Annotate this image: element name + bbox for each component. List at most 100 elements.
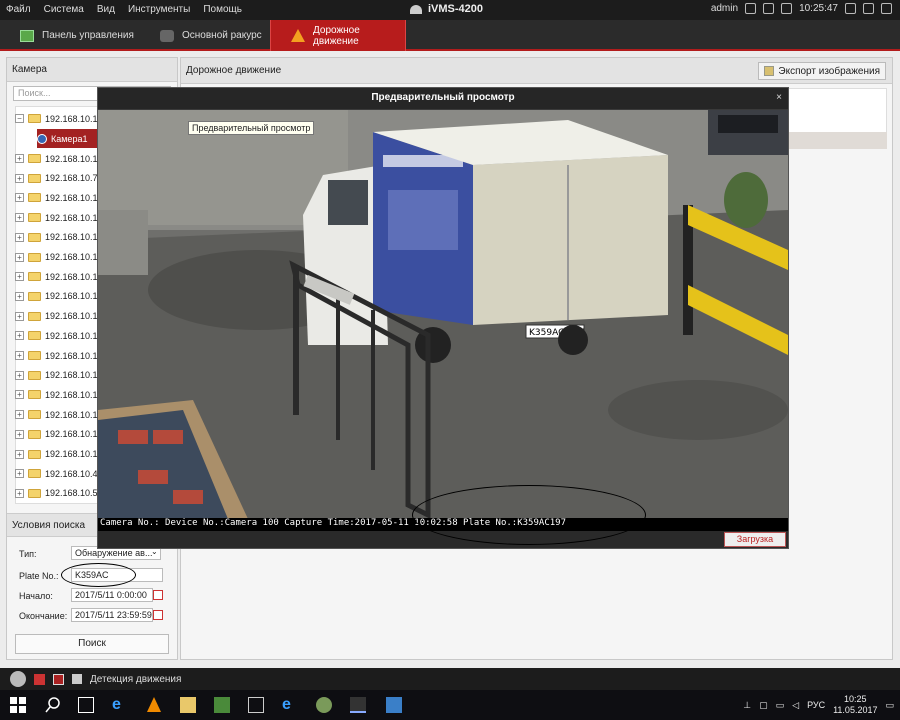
expand-icon[interactable]: + — [15, 213, 24, 223]
tree-device-label: 192.168.10.47 — [45, 468, 103, 479]
ivms-taskbar-icon[interactable] — [350, 697, 366, 713]
download-button[interactable]: Загрузка — [724, 532, 786, 547]
volume-icon[interactable]: ◁ — [792, 700, 799, 711]
speaker-icon[interactable] — [72, 674, 82, 684]
folder-icon — [28, 351, 41, 360]
search-icon[interactable] — [45, 697, 61, 713]
calendar-icon[interactable] — [153, 610, 163, 620]
close-icon[interactable]: × — [776, 92, 782, 103]
expand-icon[interactable]: + — [15, 193, 24, 203]
expand-icon[interactable]: + — [15, 173, 24, 183]
preview-tooltip: Предварительный просмотр — [188, 121, 315, 135]
menu-view[interactable]: Вид — [97, 4, 115, 15]
folder-icon — [28, 173, 41, 183]
menu-file[interactable]: Файл — [6, 4, 31, 15]
folder-icon — [28, 488, 41, 498]
expand-icon[interactable]: + — [15, 370, 24, 380]
collapse-icon[interactable]: − — [15, 114, 24, 123]
edge-icon[interactable]: e — [112, 697, 128, 713]
expand-icon[interactable]: + — [15, 390, 24, 400]
end-input[interactable]: 2017/5/11 23:59:59 — [71, 608, 153, 622]
nvidia-icon[interactable] — [214, 697, 230, 713]
system-tray: ⊥ ▢ ▭ ◁ РУС 10:25 11.05.2017 ▭ — [743, 694, 894, 716]
start-label: Начало: — [19, 591, 53, 601]
expand-icon[interactable]: + — [15, 469, 24, 479]
task-view-icon[interactable] — [78, 697, 94, 713]
minimize-icon[interactable] — [845, 3, 856, 14]
tab-traffic[interactable]: Дорожное движение — [270, 20, 406, 51]
preview-dialog: Предварительный просмотр × K359AC 197 Пр… — [97, 87, 789, 549]
expand-icon[interactable]: + — [15, 488, 24, 498]
tab-label: Панель управления — [42, 30, 134, 41]
camera-icon — [37, 133, 47, 144]
app-icon[interactable] — [248, 697, 264, 713]
folder-icon — [28, 252, 41, 262]
folder-icon — [28, 193, 41, 203]
title-bar: Файл Система Вид Инструменты Помощь iVMS… — [0, 0, 900, 20]
folder-icon — [28, 232, 41, 242]
tree-camera-label: Камера1 — [51, 133, 88, 144]
start-input[interactable]: 2017/5/11 0:00:00 — [71, 588, 153, 602]
expand-icon[interactable]: + — [15, 429, 24, 439]
search-button[interactable]: Поиск — [15, 634, 169, 654]
type-label: Тип: — [19, 549, 37, 559]
app-title: iVMS-4200 — [410, 3, 483, 15]
grid-icon — [20, 29, 34, 42]
menu-tools[interactable]: Инструменты — [128, 4, 190, 15]
taskbar: e e ⊥ ▢ ▭ ◁ РУС 10:25 11.05.2017 ▭ — [0, 690, 900, 720]
calendar-icon[interactable] — [153, 590, 163, 600]
expand-icon[interactable]: + — [15, 331, 24, 341]
close-icon[interactable] — [881, 3, 892, 14]
expand-icon[interactable]: + — [15, 252, 24, 262]
maximize-icon[interactable] — [863, 3, 874, 14]
network-icon[interactable]: ▭ — [776, 700, 785, 711]
lock-icon[interactable] — [745, 3, 757, 14]
start-value: 2017/5/11 0:00:00 — [75, 590, 147, 600]
notifications-icon[interactable]: ▭ — [885, 700, 894, 711]
menu-system[interactable]: Система — [44, 4, 84, 15]
pin-icon[interactable]: ⊥ — [743, 700, 751, 711]
apps-icon[interactable]: ▢ — [759, 700, 768, 711]
alarm-red-icon[interactable] — [34, 673, 45, 685]
camera-panel-title: Камера — [7, 58, 177, 82]
expand-icon[interactable]: + — [15, 311, 24, 321]
export-icon — [764, 66, 775, 76]
remote-icon[interactable] — [386, 697, 402, 713]
expand-icon[interactable]: + — [15, 449, 24, 459]
expand-icon[interactable]: + — [15, 272, 24, 282]
explorer-icon[interactable] — [180, 697, 196, 713]
folder-icon — [28, 410, 41, 420]
language-indicator[interactable]: РУС — [807, 700, 825, 710]
tab-label: Основной ракурс — [182, 30, 262, 41]
ie-icon[interactable]: e — [282, 697, 298, 713]
expand-icon[interactable]: + — [15, 154, 24, 163]
top-clock: 10:25:47 — [799, 3, 838, 14]
clock-time: 10:25 — [844, 694, 867, 704]
expand-icon[interactable]: + — [15, 410, 24, 420]
folder-icon — [28, 154, 41, 163]
folder-icon — [28, 449, 41, 459]
expand-icon[interactable]: + — [15, 232, 24, 242]
preview-title: Предварительный просмотр — [98, 88, 788, 110]
gear-icon[interactable] — [763, 3, 775, 14]
windows-start-icon[interactable] — [10, 697, 26, 713]
tab-main-view[interactable]: Основной ракурс — [140, 20, 268, 51]
paint-icon[interactable] — [316, 697, 332, 713]
taskbar-clock[interactable]: 10:25 11.05.2017 — [833, 694, 877, 716]
folder-icon — [28, 469, 41, 479]
folder-icon — [28, 429, 41, 439]
clock-date: 11.05.2017 — [833, 705, 878, 715]
type-value: Обнаружение ав... — [75, 548, 153, 558]
alarm-icon[interactable] — [10, 671, 26, 687]
expand-icon[interactable]: + — [15, 351, 24, 360]
user-name[interactable]: admin — [711, 3, 738, 14]
export-image-button[interactable]: Экспорт изображения — [758, 62, 886, 80]
tab-control-panel[interactable]: Панель управления — [0, 20, 138, 51]
folder-icon — [28, 390, 41, 400]
alarm-box-icon[interactable] — [53, 673, 64, 685]
menu-help[interactable]: Помощь — [203, 4, 242, 15]
export-label: Экспорт изображения — [778, 65, 880, 77]
vlc-icon[interactable] — [146, 697, 162, 713]
expand-icon[interactable]: + — [15, 291, 24, 301]
tree-device-label: 192.168.10.54 — [45, 488, 103, 499]
